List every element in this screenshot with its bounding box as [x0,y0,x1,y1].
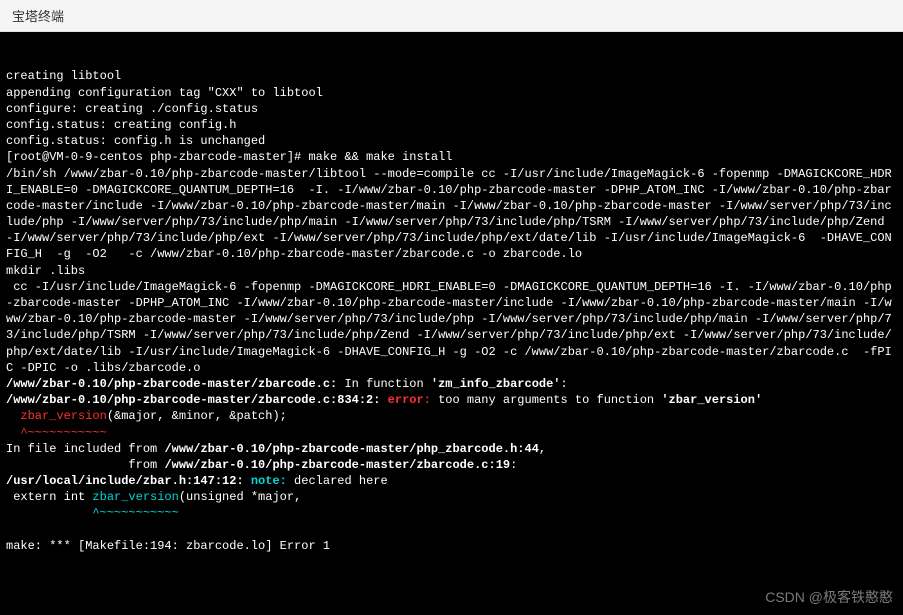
note-caret: ^~~~~~~~~~~~ [6,506,179,520]
compile-line: /bin/sh /www/zbar-0.10/php-zbarcode-mast… [6,167,892,262]
note-keyword: note: [251,474,287,488]
error-call: zbar_version [6,409,107,423]
include-sep: , [539,442,546,456]
out-line: configure: creating ./config.status [6,102,258,116]
include-path: /www/zbar-0.10/php-zbarcode-master/zbarc… [164,458,510,472]
error-file: /www/zbar-0.10/php-zbarcode-master/zbarc… [6,377,337,391]
include-sep: : [510,458,517,472]
compile-line: cc -I/usr/include/ImageMagick-6 -fopenmp… [6,280,892,375]
watermark: CSDN @极客铁憨憨 [765,587,893,607]
window-titlebar: 宝塔终端 [0,0,903,32]
out-line: config.status: creating config.h [6,118,236,132]
decl-prefix: extern int [6,490,92,504]
decl-args: (unsigned *major, [179,490,301,504]
out-line: mkdir .libs [6,264,85,278]
title-text: 宝塔终端 [12,9,64,24]
error-loc: /www/zbar-0.10/php-zbarcode-master/zbarc… [6,393,388,407]
error-symbol: 'zbar_version' [661,393,762,407]
error-keyword: error: [388,393,431,407]
error-in: In function [337,377,431,391]
terminal-output[interactable]: creating libtool appending configuration… [0,32,903,615]
out-line: appending configuration tag "CXX" to lib… [6,86,323,100]
note-msg: declared here [287,474,388,488]
include-prefix: In file included from [6,442,164,456]
error-func: 'zm_info_zbarcode' [431,377,561,391]
decl-symbol: zbar_version [92,490,178,504]
note-loc: /usr/local/include/zbar.h:147:12: [6,474,251,488]
prompt-line: [root@VM-0-9-centos php-zbarcode-master]… [6,150,452,164]
include-path: /www/zbar-0.10/php-zbarcode-master/php_z… [164,442,538,456]
out-line: config.status: config.h is unchanged [6,134,265,148]
include-prefix: from [6,458,164,472]
error-caret: ^~~~~~~~~~~~ [6,426,107,440]
error-call-args: (&major, &minor, &patch); [107,409,287,423]
make-error: make: *** [Makefile:194: zbarcode.lo] Er… [6,539,330,553]
error-msg: too many arguments to function [431,393,661,407]
out-line: creating libtool [6,69,121,83]
error-colon: : [561,377,568,391]
